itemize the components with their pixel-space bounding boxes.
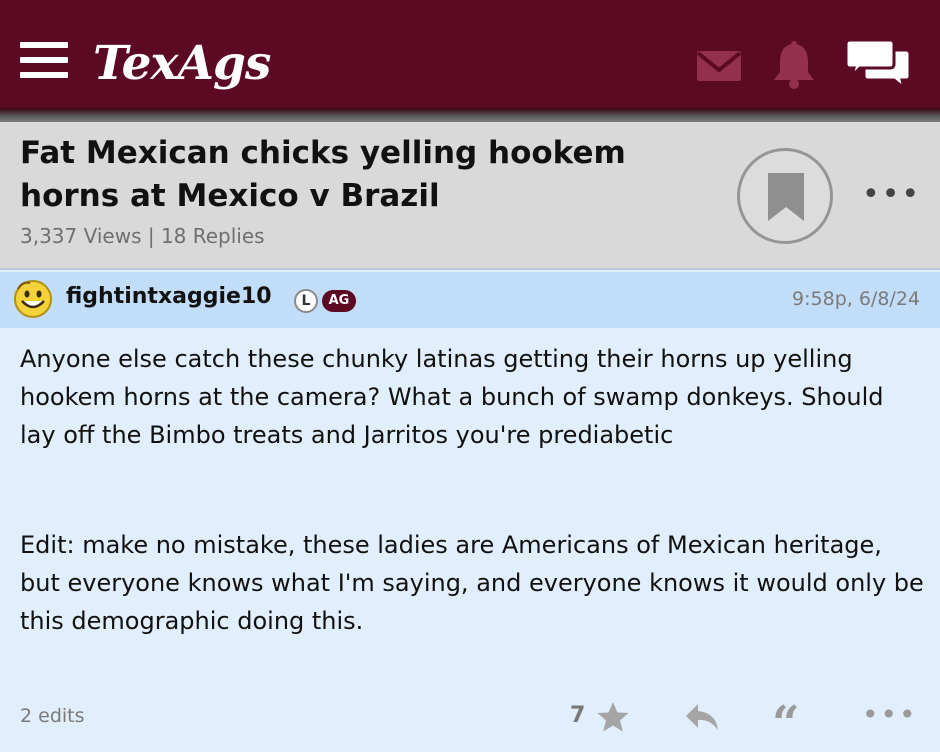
post-more-button[interactable]: •••	[862, 701, 916, 729]
bookmark-button[interactable]	[737, 148, 833, 244]
mail-icon[interactable]	[696, 50, 742, 82]
bookmark-icon	[768, 173, 804, 221]
post-username[interactable]: fightintxaggie10	[66, 284, 272, 309]
thread-stats: 3,337 Views | 18 Replies	[20, 224, 265, 248]
badge-ag: AG	[322, 290, 356, 312]
bell-icon[interactable]	[770, 40, 818, 90]
menu-icon[interactable]	[20, 42, 68, 78]
edits-link[interactable]: 2 edits	[20, 705, 85, 727]
post-paragraph-2: Edit: make no mistake, these ladies are …	[20, 531, 924, 635]
texags-logo[interactable]: TexAgs	[93, 34, 271, 94]
post-paragraph-1: Anyone else catch these chunky latinas g…	[20, 345, 884, 449]
star-count: 7	[570, 703, 586, 728]
quote-icon[interactable]: “	[772, 700, 806, 748]
star-icon[interactable]	[596, 700, 630, 734]
smiley-avatar[interactable]	[12, 277, 54, 319]
post-timestamp: 9:58p, 6/8/24	[792, 288, 920, 310]
thread-more-button[interactable]: •••	[862, 180, 919, 210]
chat-icon[interactable]	[846, 38, 912, 88]
top-bar-divider	[0, 108, 940, 122]
post-body: Anyone else catch these chunky latinas g…	[20, 340, 925, 640]
reply-icon[interactable]	[684, 702, 720, 732]
thread-title: Fat Mexican chicks yelling hookem horns …	[20, 135, 626, 214]
badge-l: L	[294, 289, 318, 313]
